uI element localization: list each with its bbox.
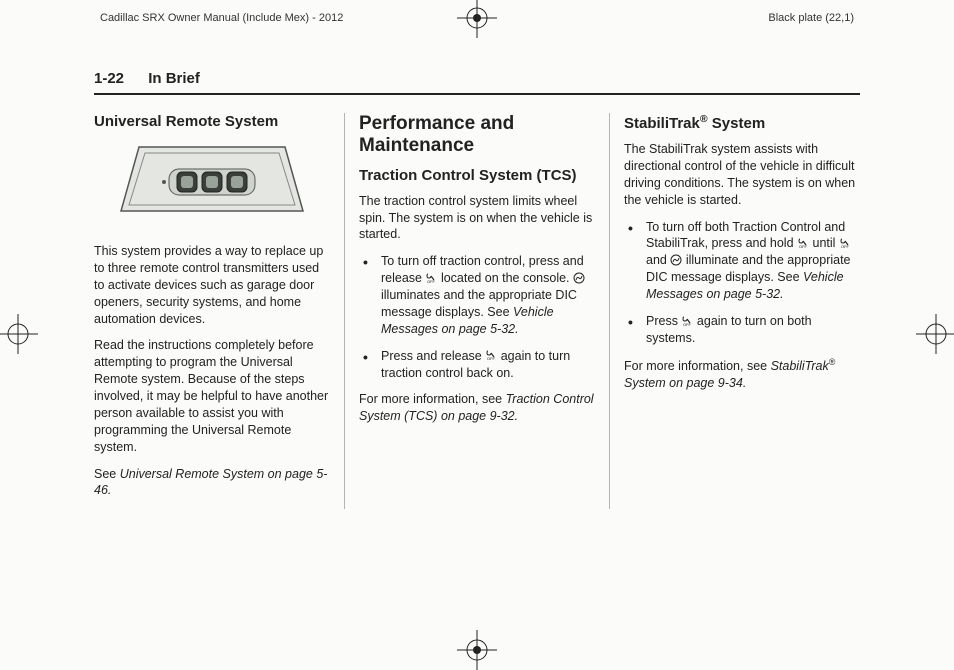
page-content: 1-22 In Brief Universal Remote System bbox=[94, 70, 860, 509]
registration-mark-left bbox=[0, 314, 38, 354]
header-right: Black plate (22,1) bbox=[768, 12, 854, 24]
tcs-off-icon: OFF bbox=[681, 315, 693, 327]
registration-mark-bottom bbox=[457, 630, 497, 670]
registration-mark-right bbox=[916, 314, 954, 354]
tcs-off-icon: OFF bbox=[839, 237, 851, 249]
svg-text:OFF: OFF bbox=[683, 322, 692, 327]
stabilitrak-indicator-icon bbox=[670, 254, 682, 266]
page-heading: 1-22 In Brief bbox=[94, 70, 860, 95]
svg-text:OFF: OFF bbox=[799, 244, 808, 249]
universal-remote-see: See Universal Remote System on page 5-46… bbox=[94, 466, 330, 500]
column-2: Performance and Maintenance Traction Con… bbox=[344, 113, 609, 509]
tcs-list-item-2: Press and release OFF again to turn trac… bbox=[359, 348, 595, 382]
print-header: Cadillac SRX Owner Manual (Include Mex) … bbox=[0, 12, 954, 24]
tcs-off-icon: OFF bbox=[425, 272, 437, 284]
registered-mark: ® bbox=[700, 113, 708, 125]
header-left: Cadillac SRX Owner Manual (Include Mex) … bbox=[100, 12, 343, 24]
tcs-off-icon: OFF bbox=[797, 237, 809, 249]
tcs-desc: The traction control system limits wheel… bbox=[359, 193, 595, 244]
column-3: StabiliTrak® System The StabiliTrak syst… bbox=[609, 113, 860, 509]
stabilitrak-desc: The StabiliTrak system assists with dire… bbox=[624, 141, 860, 209]
universal-remote-link: Universal Remote System on page 5-46. bbox=[94, 467, 327, 498]
universal-remote-figure bbox=[117, 141, 307, 227]
tcs-heading: Traction Control System (TCS) bbox=[359, 167, 595, 185]
universal-remote-heading: Universal Remote System bbox=[94, 113, 330, 131]
performance-heading: Performance and Maintenance bbox=[359, 113, 595, 157]
tcs-more-info: For more information, see Traction Contr… bbox=[359, 391, 595, 425]
tcs-list: To turn off traction control, press and … bbox=[359, 253, 595, 381]
tcs-list-item-1: To turn off traction control, press and … bbox=[359, 253, 595, 337]
tcs-indicator-icon bbox=[573, 272, 585, 284]
universal-remote-desc-2: Read the instructions completely before … bbox=[94, 337, 330, 455]
svg-text:OFF: OFF bbox=[487, 356, 496, 361]
stabilitrak-list-item-2: Press OFF again to turn on both systems. bbox=[624, 313, 860, 347]
stabilitrak-list-item-1: To turn off both Traction Control and St… bbox=[624, 219, 860, 303]
universal-remote-desc-1: This system provides a way to replace up… bbox=[94, 243, 330, 327]
svg-text:OFF: OFF bbox=[427, 279, 436, 284]
stabilitrak-more-info: For more information, see StabiliTrak® S… bbox=[624, 357, 860, 392]
svg-text:OFF: OFF bbox=[841, 244, 850, 249]
column-1: Universal Remote System This system prov… bbox=[94, 113, 344, 509]
chapter-title: In Brief bbox=[148, 70, 200, 87]
page-number: 1-22 bbox=[94, 70, 124, 87]
stabilitrak-heading: StabiliTrak® System bbox=[624, 113, 860, 133]
stabilitrak-list: To turn off both Traction Control and St… bbox=[624, 219, 860, 347]
tcs-off-icon: OFF bbox=[485, 349, 497, 361]
